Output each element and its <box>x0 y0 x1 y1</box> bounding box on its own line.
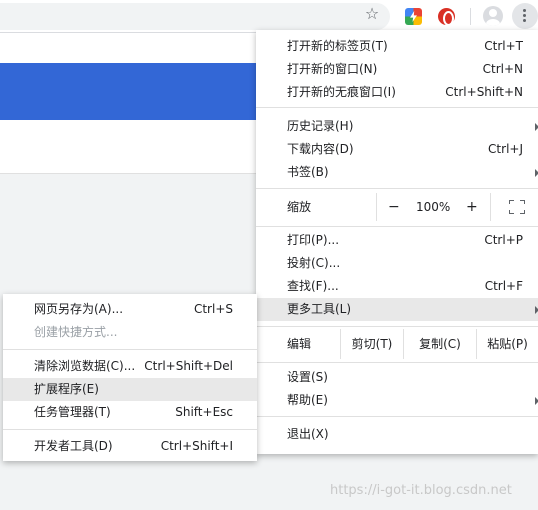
sub-item-developer-tools[interactable]: 开发者工具(D) Ctrl+Shift+I <box>3 435 257 458</box>
colorful-extension-icon[interactable] <box>405 8 422 25</box>
menu-item-new-tab[interactable]: 打开新的标签页(T) Ctrl+T <box>256 35 538 58</box>
menu-separator <box>3 349 257 350</box>
zoom-in-button[interactable]: + <box>466 193 478 221</box>
menu-item-help[interactable]: 帮助(E) <box>256 389 538 412</box>
menu-item-history[interactable]: 历史记录(H) <box>256 115 538 138</box>
menu-item-label: 设置(S) <box>287 370 328 384</box>
menu-item-shortcut: Ctrl+Shift+I <box>160 439 233 453</box>
menu-item-label: 帮助(E) <box>287 393 328 407</box>
menu-item-shortcut: Ctrl+T <box>484 39 523 53</box>
fullscreen-icon[interactable] <box>509 200 525 214</box>
menu-item-find[interactable]: 查找(F)... Ctrl+F <box>256 275 538 298</box>
menu-item-new-incognito-window[interactable]: 打开新的无痕窗口(I) Ctrl+Shift+N <box>256 81 538 104</box>
edit-label: 编辑 <box>287 337 312 351</box>
menu-item-shortcut: Shift+Esc <box>175 405 233 419</box>
menu-item-downloads[interactable]: 下载内容(D) Ctrl+J <box>256 138 538 161</box>
menu-separator <box>256 188 538 189</box>
menu-separator <box>3 429 257 430</box>
zoom-row: 缩放 − 100% + <box>256 193 538 221</box>
sub-item-clear-browsing-data[interactable]: 清除浏览数据(C)... Ctrl+Shift+Del <box>3 355 257 378</box>
menu-item-label: 投射(C)... <box>287 256 341 270</box>
menu-item-exit[interactable]: 退出(X) <box>256 423 538 446</box>
menu-separator <box>256 326 538 327</box>
menu-item-label: 书签(B) <box>287 165 329 179</box>
menu-item-label: 扩展程序(E) <box>34 382 99 396</box>
toolbar-divider <box>470 8 471 25</box>
menu-item-shortcut: Ctrl+F <box>484 279 523 293</box>
menu-item-cast[interactable]: 投射(C)... <box>256 252 538 275</box>
menu-item-label: 清除浏览数据(C)... <box>34 359 136 373</box>
edit-row: 编辑 剪切(T) 复制(C) 粘贴(P) <box>256 329 538 359</box>
sub-item-task-manager[interactable]: 任务管理器(T) Shift+Esc <box>3 401 257 424</box>
menu-item-new-window[interactable]: 打开新的窗口(N) Ctrl+N <box>256 58 538 81</box>
menu-item-print[interactable]: 打印(P)... Ctrl+P <box>256 229 538 252</box>
menu-item-shortcut: Ctrl+Shift+N <box>445 85 523 99</box>
kebab-menu-icon[interactable] <box>512 3 538 29</box>
paste-button[interactable]: 粘贴(P) <box>476 329 538 359</box>
cut-button[interactable]: 剪切(T) <box>340 329 403 359</box>
menu-item-shortcut: Ctrl+N <box>482 62 523 76</box>
sub-item-extensions[interactable]: 扩展程序(E) <box>3 378 257 401</box>
menu-item-shortcut: Ctrl+Shift+Del <box>144 359 233 373</box>
menu-separator <box>256 362 538 363</box>
zoom-level: 100% <box>416 200 451 214</box>
menu-item-label: 打印(P)... <box>287 233 340 247</box>
menu-item-shortcut: Ctrl+S <box>193 302 233 316</box>
chrome-main-menu: 打开新的标签页(T) Ctrl+T 打开新的窗口(N) Ctrl+N 打开新的无… <box>256 30 538 454</box>
menu-item-bookmarks[interactable]: 书签(B) <box>256 161 538 184</box>
menu-item-label: 开发者工具(D) <box>34 439 113 453</box>
sub-item-create-shortcut: 创建快捷方式... <box>3 321 257 344</box>
zoom-out-button[interactable]: − <box>388 193 400 221</box>
menu-item-label: 下载内容(D) <box>287 142 354 156</box>
menu-separator <box>256 107 538 108</box>
zoom-label: 缩放 <box>287 200 312 214</box>
menu-separator <box>256 416 538 417</box>
menu-item-label: 打开新的标签页(T) <box>287 39 388 53</box>
menu-item-more-tools[interactable]: 更多工具(L) <box>256 298 538 321</box>
menu-item-shortcut: Ctrl+P <box>484 233 523 247</box>
copy-button[interactable]: 复制(C) <box>403 329 476 359</box>
menu-item-label: 打开新的窗口(N) <box>287 62 378 76</box>
menu-item-label: 网页另存为(A)... <box>34 302 124 316</box>
menu-item-label: 查找(F)... <box>287 279 339 293</box>
menu-item-label: 任务管理器(T) <box>34 405 111 419</box>
menu-item-label: 更多工具(L) <box>287 302 352 316</box>
sub-item-save-page[interactable]: 网页另存为(A)... Ctrl+S <box>3 298 257 321</box>
menu-item-shortcut: Ctrl+J <box>488 142 523 156</box>
menu-item-label: 打开新的无痕窗口(I) <box>287 85 396 99</box>
menu-item-settings[interactable]: 设置(S) <box>256 366 538 389</box>
menu-item-label: 退出(X) <box>287 427 329 441</box>
star-icon[interactable]: ☆ <box>362 4 382 24</box>
browser-toolbar: ☆ <box>0 0 538 33</box>
avatar-icon[interactable] <box>483 6 503 26</box>
red-extension-icon[interactable] <box>438 8 455 26</box>
more-tools-submenu: 网页另存为(A)... Ctrl+S 创建快捷方式... 清除浏览数据(C)..… <box>3 294 257 461</box>
watermark: https://i-got-it.blog.csdn.net <box>330 483 512 498</box>
menu-item-label: 历史记录(H) <box>287 119 354 133</box>
menu-item-label: 创建快捷方式... <box>34 325 118 339</box>
menu-separator <box>256 226 538 227</box>
address-bar[interactable] <box>0 3 390 30</box>
